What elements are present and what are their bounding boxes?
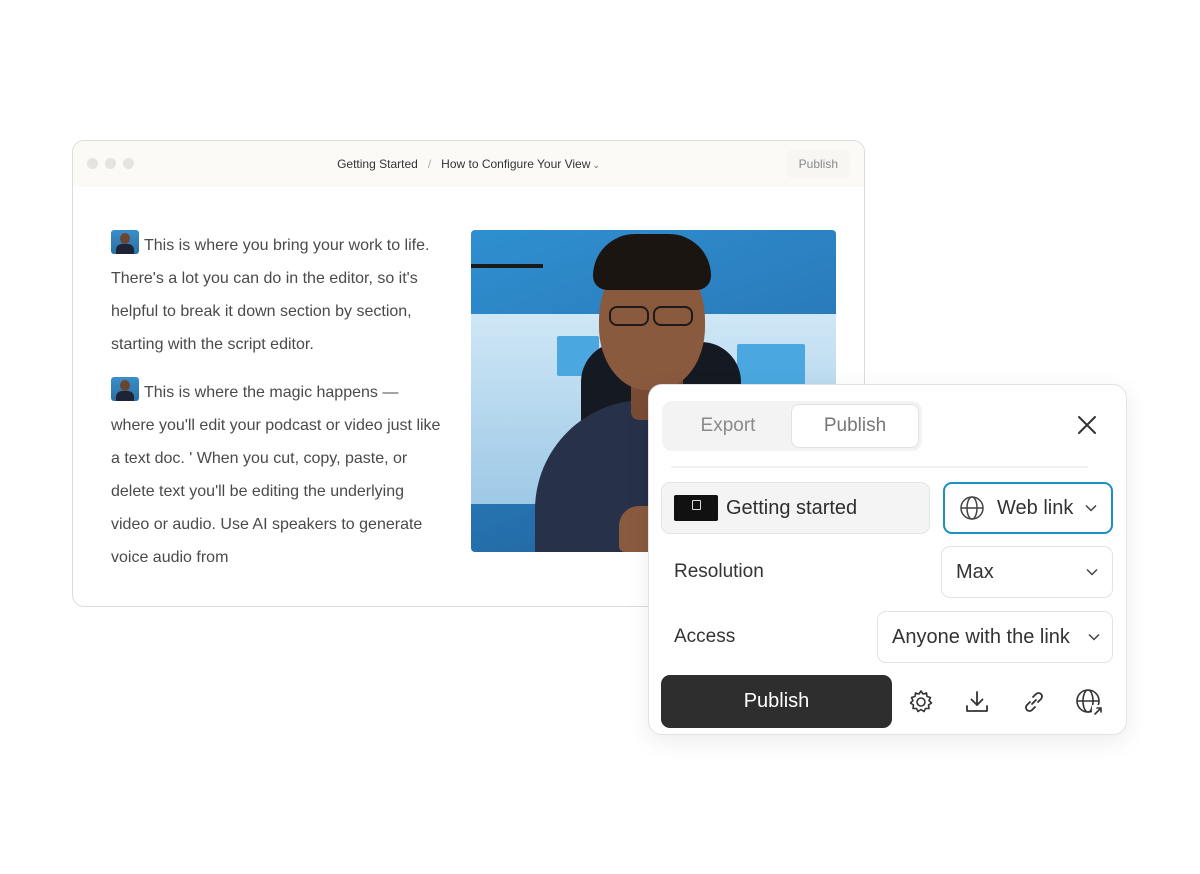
copy-link-button[interactable] [1019,687,1049,717]
access-label: Access [674,626,736,647]
globe-icon [960,496,984,520]
project-name: Getting started [726,496,858,519]
breadcrumb-root[interactable]: Getting Started [337,157,418,171]
breadcrumb-current[interactable]: How to Configure Your View ⌄ [441,157,600,171]
resolution-value: Max [956,560,994,583]
settings-button[interactable] [906,687,936,717]
toolbar-publish-button[interactable]: Publish [786,150,850,178]
title-bar: Getting Started / How to Configure Your … [73,141,864,187]
globe-share-icon [1076,689,1103,716]
video-screen-thumbnail [737,344,805,386]
project-chip[interactable]: Getting started [661,482,930,534]
speaker-avatar-icon[interactable] [111,377,139,401]
presenter-hair [593,234,711,290]
close-button[interactable] [1076,414,1098,436]
close-icon [1078,416,1096,434]
access-select[interactable]: Anyone with the link [877,611,1113,663]
download-icon [966,691,988,712]
destination-value: Web link [997,496,1074,519]
link-icon [1025,692,1043,712]
chevron-down-icon [1088,633,1100,641]
chevron-down-icon: ⌄ [592,160,600,170]
presenter-glasses [601,306,701,328]
chevron-down-icon [1085,504,1097,512]
tab-publish[interactable]: Publish [791,404,919,448]
script-paragraph[interactable]: This is where the magic happens — where … [111,376,441,574]
panel-tabs: Export Publish [662,401,922,451]
open-web-button[interactable] [1074,687,1104,717]
download-button[interactable] [962,687,992,717]
paragraph-text: This is where the magic happens — where … [111,384,441,566]
gear-icon [909,690,933,713]
breadcrumb: Getting Started / How to Configure Your … [73,141,864,187]
resolution-select[interactable]: Max [941,546,1113,598]
resolution-label: Resolution [674,561,764,582]
publish-panel: Export Publish Getting started Web link … [648,384,1127,735]
access-value: Anyone with the link [892,625,1070,648]
script-paragraph[interactable]: This is where you bring your work to lif… [111,229,441,361]
breadcrumb-separator: / [427,157,432,171]
publish-button[interactable]: Publish [661,675,892,728]
destination-select[interactable]: Web link [943,482,1113,534]
project-thumbnail [674,495,718,521]
panel-divider [671,466,1088,468]
video-shelf [471,264,543,268]
breadcrumb-current-label: How to Configure Your View [441,157,591,171]
speaker-avatar-icon[interactable] [111,230,139,254]
chevron-down-icon [1086,568,1098,576]
paragraph-text: This is where you bring your work to lif… [111,237,430,353]
script-editor[interactable]: This is where you bring your work to lif… [111,229,441,574]
tab-export[interactable]: Export [665,404,791,448]
